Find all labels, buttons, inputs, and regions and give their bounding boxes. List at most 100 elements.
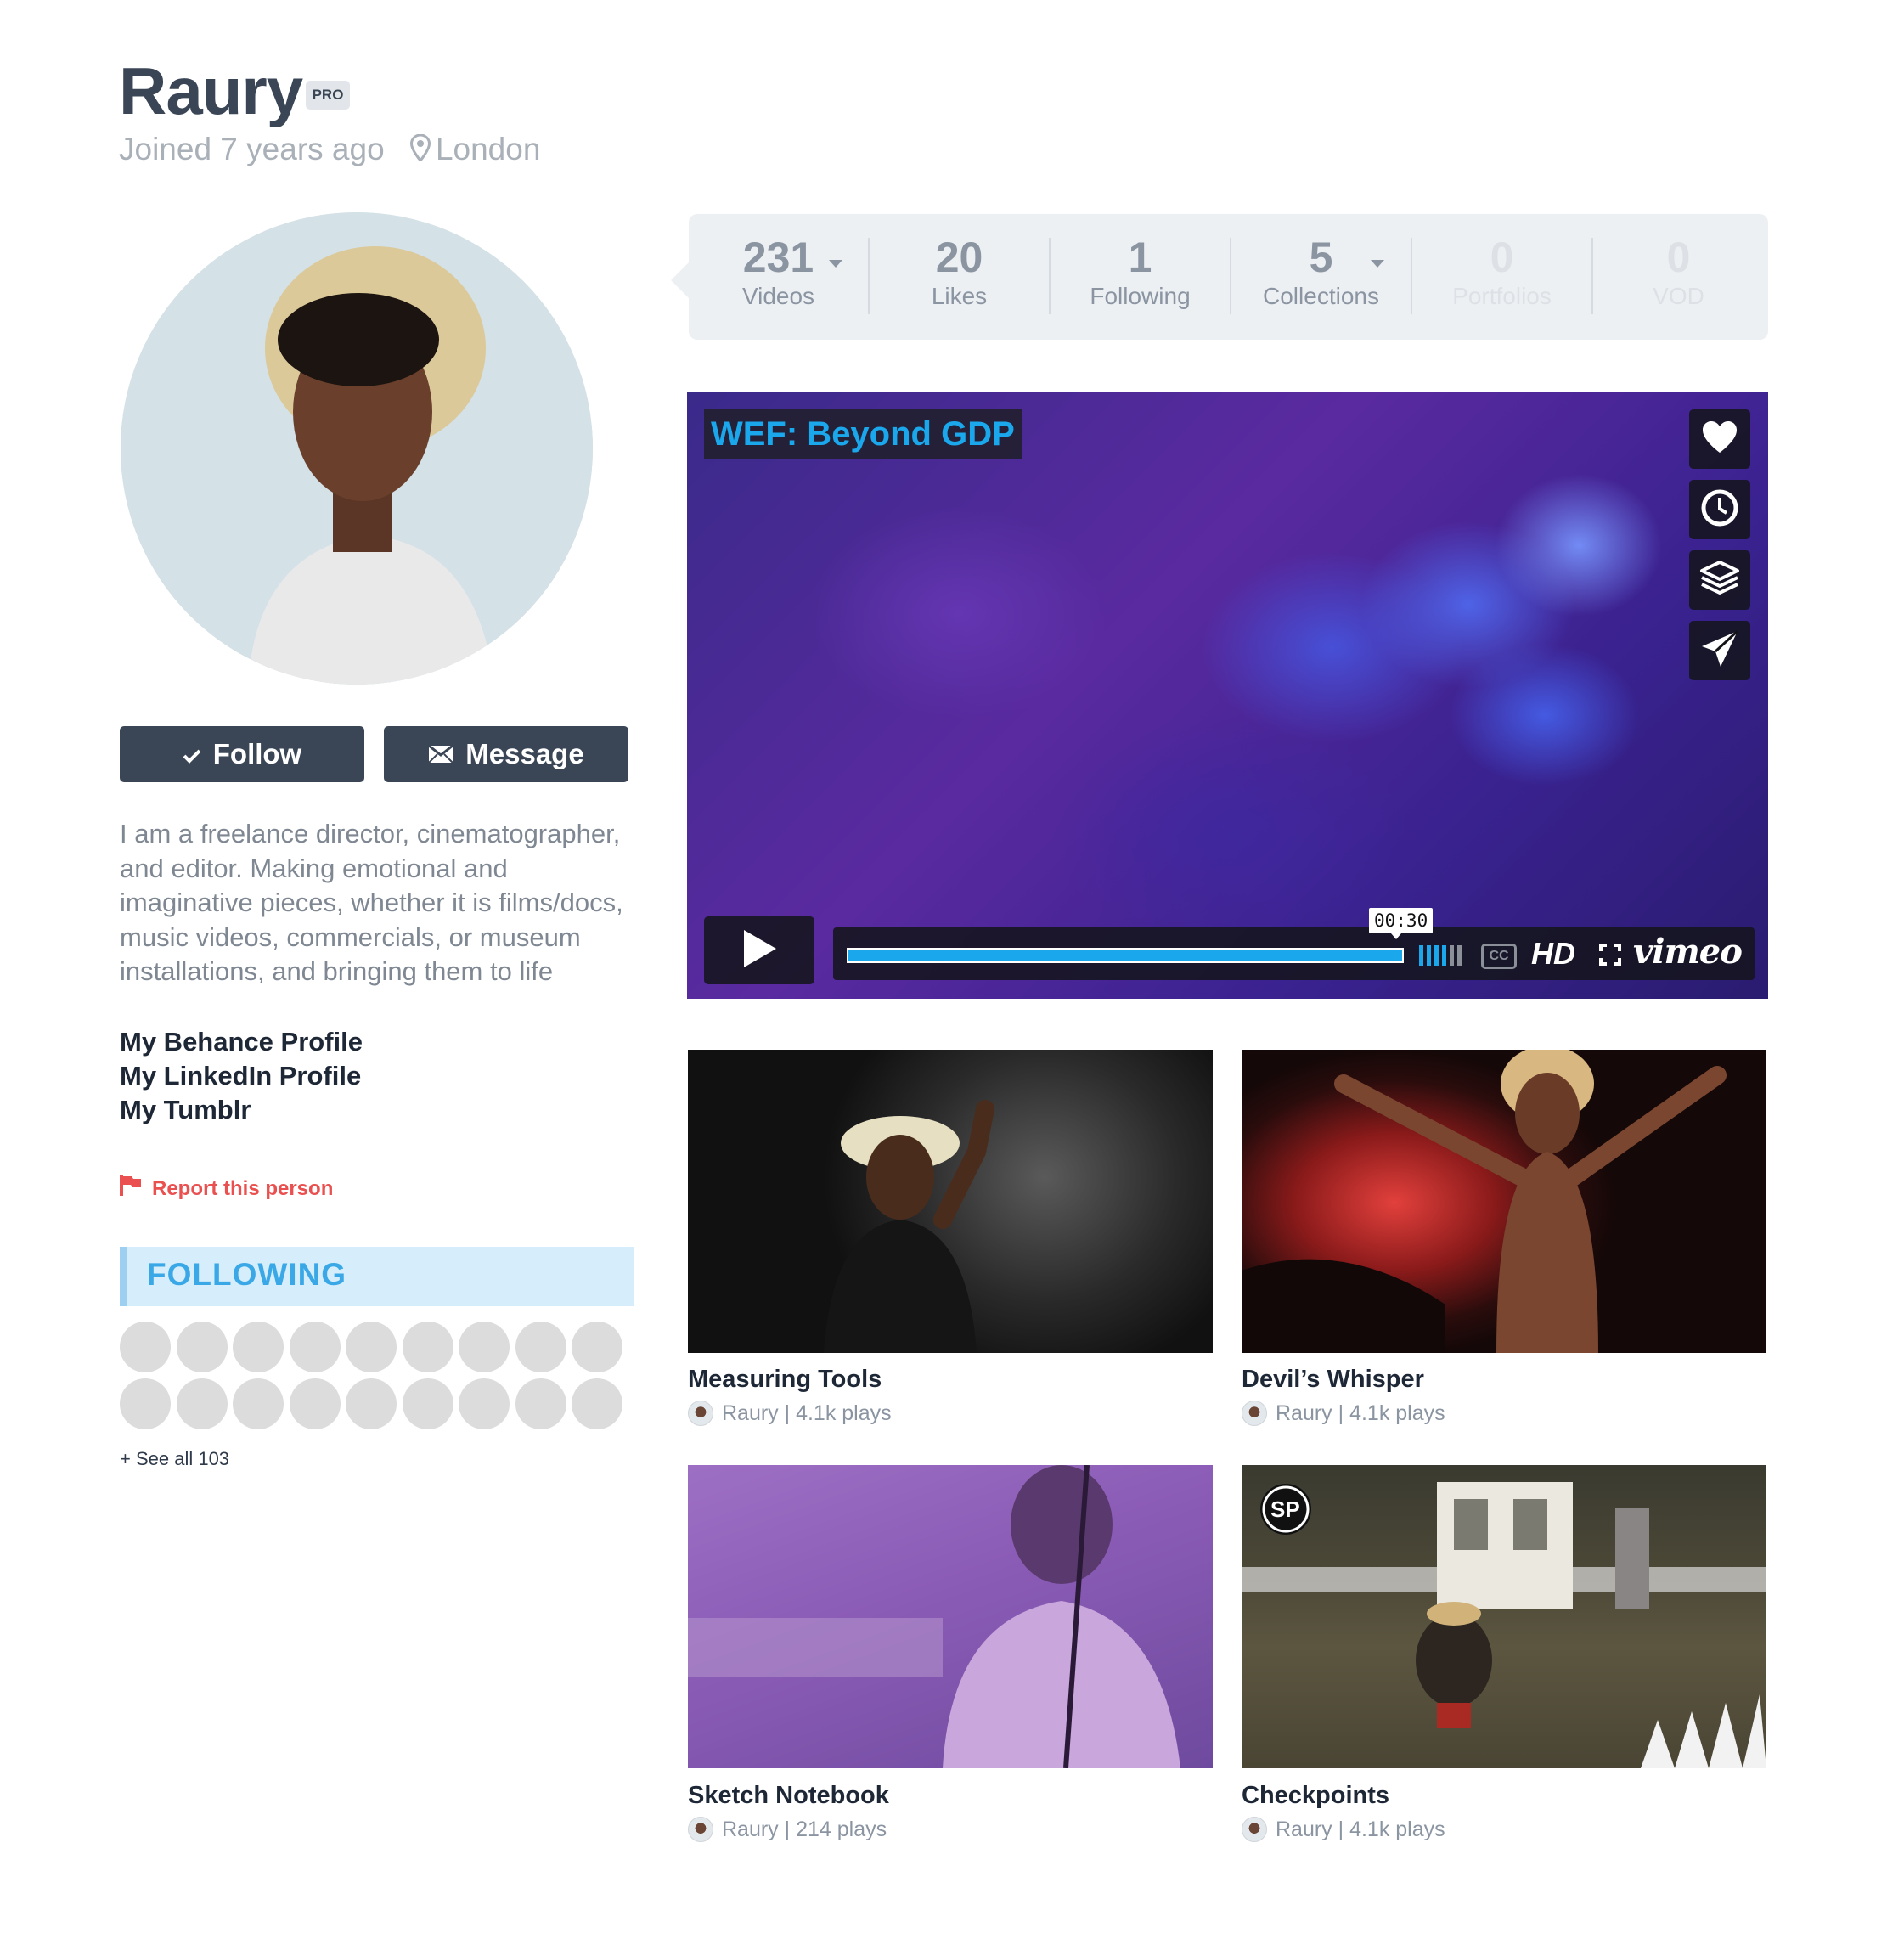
report-label: Report this person — [152, 1176, 334, 1200]
fullscreen-icon — [1599, 944, 1621, 969]
hd-button[interactable]: HD — [1531, 936, 1575, 972]
progress-bar[interactable] — [847, 948, 1404, 963]
uploader-avatar[interactable] — [688, 1401, 713, 1426]
video-meta-text: Raury | 4.1k plays — [722, 1401, 892, 1425]
following-avatar[interactable] — [402, 1378, 453, 1429]
stat-videos[interactable]: 231 Videos — [689, 233, 868, 311]
heart-icon — [1701, 420, 1738, 459]
stat-collections[interactable]: 5 Collections — [1231, 233, 1411, 311]
message-button[interactable]: Message — [384, 726, 628, 782]
video-title-link[interactable]: Devil’s Whisper — [1242, 1366, 1424, 1394]
following-avatar[interactable] — [572, 1322, 622, 1372]
sp-logo-icon: SP — [1270, 1496, 1300, 1522]
video-title-link[interactable]: Measuring Tools — [688, 1366, 882, 1394]
chevron-down-icon[interactable] — [829, 260, 842, 268]
following-avatar[interactable] — [289, 1378, 341, 1429]
following-avatar[interactable] — [515, 1322, 566, 1372]
layers-icon — [1699, 560, 1740, 601]
following-heading-text: FOLLOWING — [147, 1257, 347, 1292]
following-avatar[interactable] — [233, 1322, 284, 1372]
following-avatar[interactable] — [176, 1378, 228, 1429]
following-avatar[interactable] — [402, 1322, 453, 1372]
avatar — [121, 212, 593, 685]
follow-label: Follow — [212, 738, 302, 769]
video-title-link[interactable]: Checkpoints — [1242, 1782, 1389, 1810]
video-thumbnail[interactable] — [688, 1465, 1213, 1768]
following-avatar[interactable] — [176, 1322, 228, 1372]
following-avatar[interactable] — [346, 1378, 397, 1429]
location-text: London — [435, 132, 541, 166]
stat-value: 1 — [1128, 234, 1152, 281]
video-thumbnail[interactable] — [688, 1050, 1213, 1353]
following-avatar[interactable] — [120, 1322, 171, 1372]
send-icon — [1700, 629, 1739, 673]
following-avatar[interactable] — [459, 1378, 510, 1429]
message-label: Message — [465, 738, 584, 769]
stat-label: Collections — [1263, 283, 1379, 309]
stat-value: 0 — [1666, 234, 1691, 281]
see-all-following-link[interactable]: + See all 103 — [120, 1448, 229, 1470]
following-avatar[interactable] — [346, 1322, 397, 1372]
volume-control[interactable] — [1419, 944, 1462, 971]
watch-later-button[interactable] — [1689, 480, 1750, 539]
linkedin-link[interactable]: My LinkedIn Profile — [120, 1059, 361, 1093]
play-button[interactable] — [704, 916, 814, 984]
following-heading: FOLLOWING — [120, 1247, 634, 1306]
stat-value: 231 — [742, 234, 814, 281]
clock-icon — [1700, 488, 1739, 532]
uploader-avatar[interactable] — [1242, 1817, 1267, 1842]
uploader-avatar[interactable] — [688, 1817, 713, 1842]
check-icon — [183, 738, 201, 770]
video-meta: Raury | 214 plays — [688, 1817, 887, 1842]
joined-text: Joined 7 years ago — [119, 132, 385, 166]
chevron-down-icon[interactable] — [1371, 260, 1384, 268]
stat-likes[interactable]: 20 Likes — [870, 233, 1049, 311]
stat-label: VOD — [1653, 283, 1704, 309]
video-title[interactable]: WEF: Beyond GDP — [704, 409, 1022, 459]
profile-meta: Joined 7 years ago London — [119, 131, 540, 170]
stat-vod[interactable]: 0 VOD — [1589, 233, 1768, 311]
following-avatar[interactable] — [572, 1378, 622, 1429]
share-button[interactable] — [1689, 621, 1750, 680]
profile-name: Raury — [119, 54, 303, 128]
video-meta: Raury | 4.1k plays — [688, 1401, 892, 1426]
stat-value: 0 — [1490, 234, 1514, 281]
envelope-icon — [428, 738, 454, 770]
tumblr-link[interactable]: My Tumblr — [120, 1093, 251, 1127]
flag-icon — [120, 1175, 142, 1202]
video-meta-text: Raury | 4.1k plays — [1276, 1817, 1445, 1841]
video-meta-text: Raury | 4.1k plays — [1276, 1401, 1445, 1425]
stats-bar: 231 Videos 20 Likes 1 Following 5 Collec… — [689, 214, 1768, 340]
report-link[interactable]: Report this person — [120, 1175, 333, 1202]
like-button[interactable] — [1689, 409, 1750, 469]
follow-button[interactable]: Follow — [120, 726, 364, 782]
stat-label: Likes — [931, 283, 988, 309]
stat-label: Following — [1090, 283, 1191, 309]
player-controls: CC HD vimeo — [833, 927, 1755, 980]
stat-label: Portfolios — [1452, 283, 1552, 309]
following-avatar[interactable] — [515, 1378, 566, 1429]
location-pin-icon — [409, 132, 431, 170]
video-player[interactable]: WEF: Beyond GDP CC HD vimeo 00:30 — [687, 392, 1768, 999]
stats-pointer — [671, 262, 690, 299]
collections-button[interactable] — [1689, 550, 1750, 610]
vimeo-logo[interactable]: vimeo — [1633, 933, 1743, 972]
time-tooltip: 00:30 — [1369, 908, 1434, 939]
stat-portfolios[interactable]: 0 Portfolios — [1412, 233, 1591, 311]
uploader-avatar[interactable] — [1242, 1401, 1267, 1426]
behance-link[interactable]: My Behance Profile — [120, 1025, 363, 1059]
video-thumbnail[interactable] — [1242, 1050, 1766, 1353]
fullscreen-button[interactable] — [1599, 944, 1621, 970]
captions-button[interactable]: CC — [1481, 944, 1517, 969]
following-avatar[interactable] — [120, 1378, 171, 1429]
bio-text: I am a freelance director, cinematograph… — [120, 819, 623, 986]
following-avatar[interactable] — [233, 1378, 284, 1429]
following-avatar[interactable] — [289, 1322, 341, 1372]
video-meta-text: Raury | 214 plays — [722, 1817, 887, 1841]
video-thumbnail[interactable]: SP — [1242, 1465, 1766, 1768]
stat-following[interactable]: 1 Following — [1051, 233, 1230, 311]
play-icon — [741, 928, 778, 973]
stat-value: 5 — [1309, 234, 1333, 281]
video-title-link[interactable]: Sketch Notebook — [688, 1782, 889, 1810]
following-avatar[interactable] — [459, 1322, 510, 1372]
